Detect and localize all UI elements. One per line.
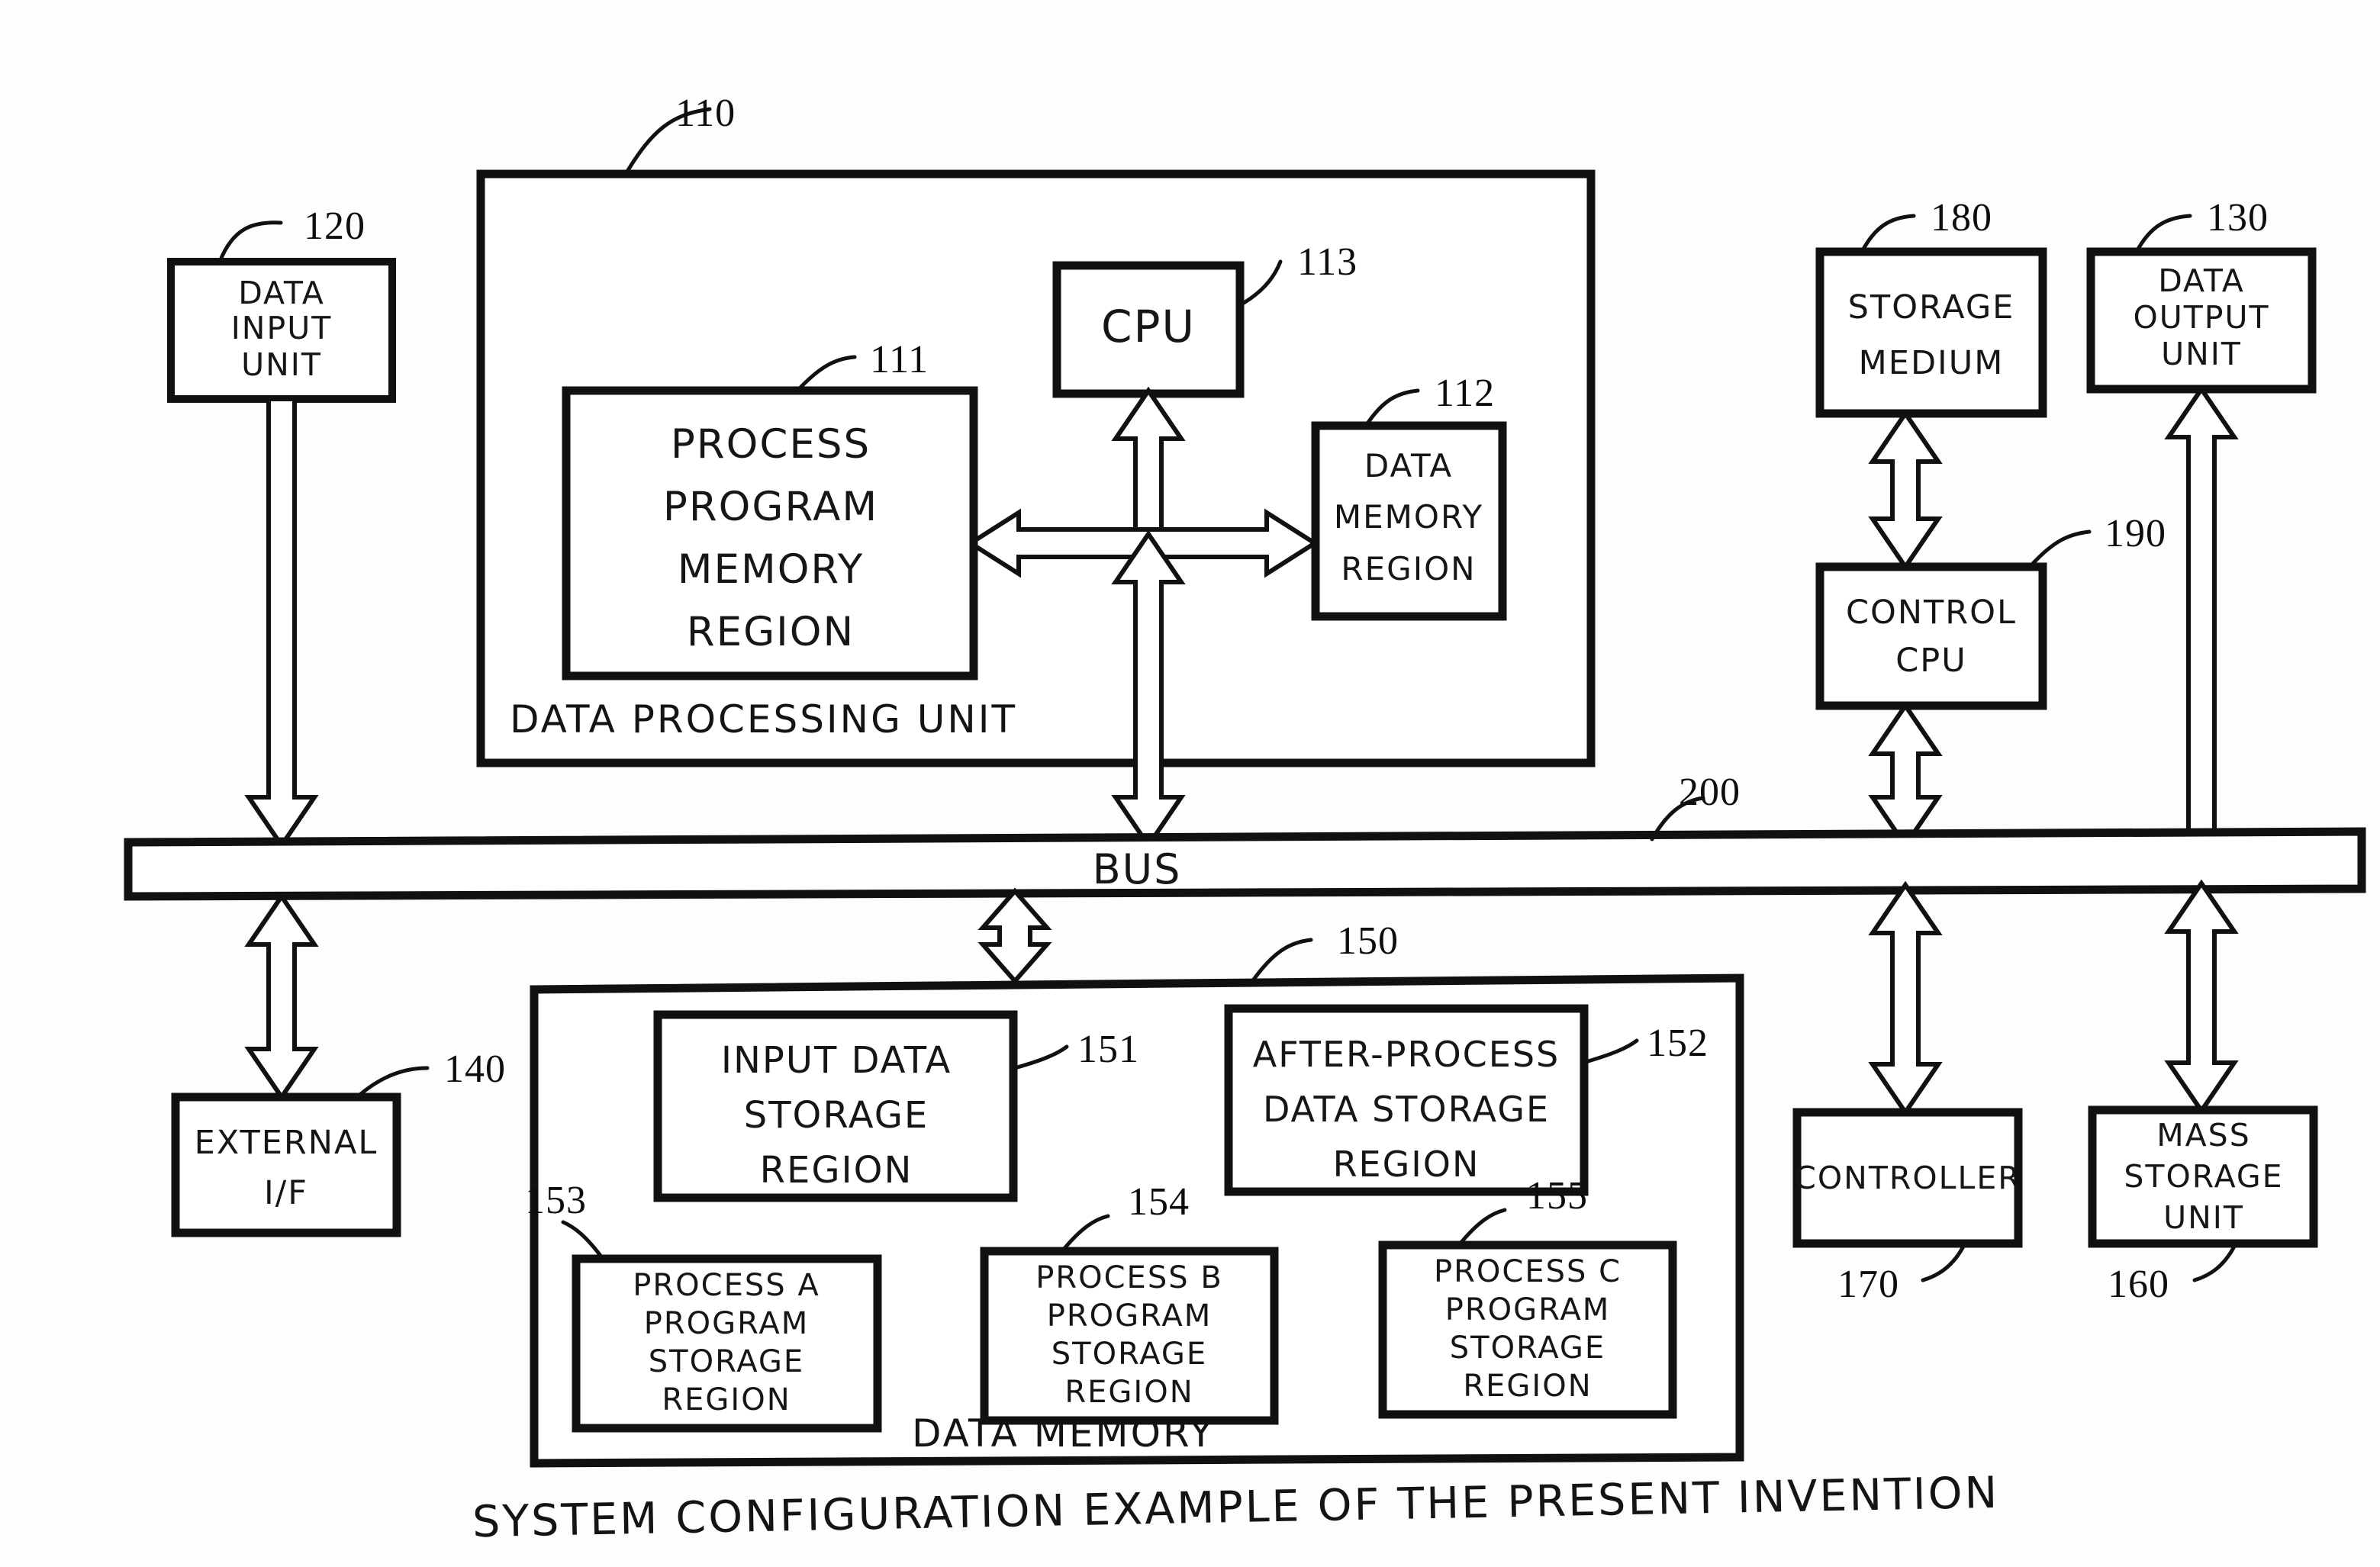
arrow-bus-to-data-output-unit bbox=[2164, 385, 2239, 845]
dmr-line-2: MEMORY bbox=[1334, 498, 1483, 536]
control-cpu-line-2: CPU bbox=[1895, 642, 1966, 680]
papsr-line-4: REGION bbox=[662, 1382, 791, 1417]
data-output-unit-line-3: UNIT bbox=[2161, 336, 2242, 372]
block-data-input-unit[interactable]: 120 DATA INPUT UNIT bbox=[167, 204, 396, 403]
ref-140: 140 bbox=[444, 1047, 506, 1091]
data-input-unit-line-3: UNIT bbox=[241, 346, 322, 383]
ref-153: 153 bbox=[525, 1179, 587, 1222]
storage-medium-line-1: STORAGE bbox=[1848, 288, 2015, 327]
arrow-bus-to-data-memory bbox=[977, 887, 1052, 985]
ref-160: 160 bbox=[2108, 1263, 2169, 1306]
diagram-svg: 110 DATA PROCESSING UNIT 120 DATA INPUT … bbox=[124, 92, 2366, 1547]
bus-label: BUS bbox=[1093, 845, 1182, 893]
arrow-control-cpu-to-bus bbox=[1868, 701, 1943, 850]
idsr-line-3: REGION bbox=[760, 1149, 913, 1192]
arrow-bus-to-controller bbox=[1868, 880, 1943, 1117]
ppmr-line-4: REGION bbox=[687, 609, 855, 655]
pbpsr-line-3: STORAGE bbox=[1052, 1337, 1207, 1372]
ref-151: 151 bbox=[1077, 1028, 1139, 1071]
block-control-cpu[interactable]: 190 CONTROL CPU bbox=[1815, 512, 2166, 710]
arrow-storage-medium-to-control-cpu bbox=[1868, 409, 1943, 571]
ppmr-line-1: PROCESS bbox=[671, 421, 871, 468]
ref-112: 112 bbox=[1435, 372, 1495, 415]
ref-180: 180 bbox=[1931, 196, 1992, 240]
arrow-bus-to-external-if bbox=[244, 892, 319, 1102]
pbpsr-line-4: REGION bbox=[1064, 1375, 1193, 1410]
block-bus[interactable]: 200 BUS bbox=[124, 771, 2366, 901]
msu-line-3: UNIT bbox=[2163, 1199, 2244, 1236]
ref-130: 130 bbox=[2207, 196, 2269, 240]
block-external-if[interactable]: 140 EXTERNAL I/F bbox=[171, 1047, 506, 1237]
data-input-unit-line-2: INPUT bbox=[231, 310, 333, 346]
apdsr-line-3: REGION bbox=[1333, 1144, 1480, 1185]
dmr-line-3: REGION bbox=[1341, 550, 1476, 587]
ref-110: 110 bbox=[675, 92, 736, 135]
pcpsr-line-2: PROGRAM bbox=[1445, 1292, 1610, 1327]
ppmr-line-3: MEMORY bbox=[678, 546, 864, 593]
papsr-line-2: PROGRAM bbox=[644, 1306, 809, 1341]
arrow-bus-to-mass-storage-unit bbox=[2164, 879, 2239, 1115]
pcpsr-line-4: REGION bbox=[1463, 1369, 1592, 1404]
papsr-line-3: STORAGE bbox=[649, 1344, 804, 1379]
ref-111: 111 bbox=[870, 338, 929, 381]
external-if-line-1: EXTERNAL bbox=[195, 1124, 378, 1162]
pbpsr-line-1: PROCESS B bbox=[1035, 1260, 1223, 1295]
apdsr-line-1: AFTER-PROCESS bbox=[1253, 1034, 1560, 1075]
patent-figure-canvas: 110 DATA PROCESSING UNIT 120 DATA INPUT … bbox=[0, 0, 2380, 1567]
pcpsr-line-1: PROCESS C bbox=[1434, 1254, 1622, 1289]
ref-120: 120 bbox=[304, 204, 366, 248]
storage-medium-line-2: MEDIUM bbox=[1859, 344, 2005, 382]
data-output-unit-line-1: DATA bbox=[2158, 262, 2245, 299]
controller-label: CONTROLLER bbox=[1794, 1160, 2021, 1196]
pcpsr-line-3: STORAGE bbox=[1450, 1331, 1605, 1366]
block-process-program-memory-region[interactable]: 111 PROCESS PROGRAM MEMORY REGION bbox=[562, 338, 978, 681]
ref-113: 113 bbox=[1297, 240, 1357, 284]
idsr-line-2: STORAGE bbox=[744, 1094, 929, 1137]
ref-170: 170 bbox=[1837, 1263, 1899, 1306]
msu-line-1: MASS bbox=[2156, 1117, 2250, 1154]
papsr-line-1: PROCESS A bbox=[633, 1268, 820, 1303]
idsr-line-1: INPUT DATA bbox=[721, 1039, 952, 1082]
ppmr-line-2: PROGRAM bbox=[663, 484, 878, 530]
ref-155: 155 bbox=[1526, 1174, 1588, 1218]
data-input-unit-line-1: DATA bbox=[238, 275, 325, 311]
external-if-line-2: I/F bbox=[264, 1174, 308, 1212]
block-data-output-unit[interactable]: 130 DATA OUTPUT UNIT bbox=[2086, 196, 2317, 394]
figure-caption: SYSTEM CONFIGURATION EXAMPLE OF THE PRES… bbox=[472, 1468, 2000, 1547]
ref-150: 150 bbox=[1337, 919, 1399, 963]
label-data-processing-unit: DATA PROCESSING UNIT bbox=[510, 697, 1017, 742]
apdsr-line-2: DATA STORAGE bbox=[1263, 1089, 1550, 1130]
data-output-unit-line-2: OUTPUT bbox=[2133, 299, 2269, 336]
dmr-line-1: DATA bbox=[1364, 447, 1453, 484]
block-controller[interactable]: 170 CONTROLLER bbox=[1792, 1108, 2023, 1306]
block-mass-storage-unit[interactable]: 160 MASS STORAGE UNIT bbox=[2088, 1105, 2318, 1306]
msu-line-2: STORAGE bbox=[2124, 1158, 2283, 1195]
arrow-data-input-to-bus bbox=[244, 397, 319, 850]
ref-152: 152 bbox=[1647, 1022, 1709, 1065]
cpu-label: CPU bbox=[1101, 301, 1196, 352]
pbpsr-line-2: PROGRAM bbox=[1047, 1298, 1212, 1334]
ref-190: 190 bbox=[2105, 512, 2166, 555]
ref-200: 200 bbox=[1679, 771, 1741, 814]
ref-154: 154 bbox=[1128, 1180, 1190, 1224]
control-cpu-line-1: CONTROL bbox=[1846, 594, 2017, 632]
block-storage-medium[interactable]: 180 STORAGE MEDIUM bbox=[1815, 196, 2047, 418]
